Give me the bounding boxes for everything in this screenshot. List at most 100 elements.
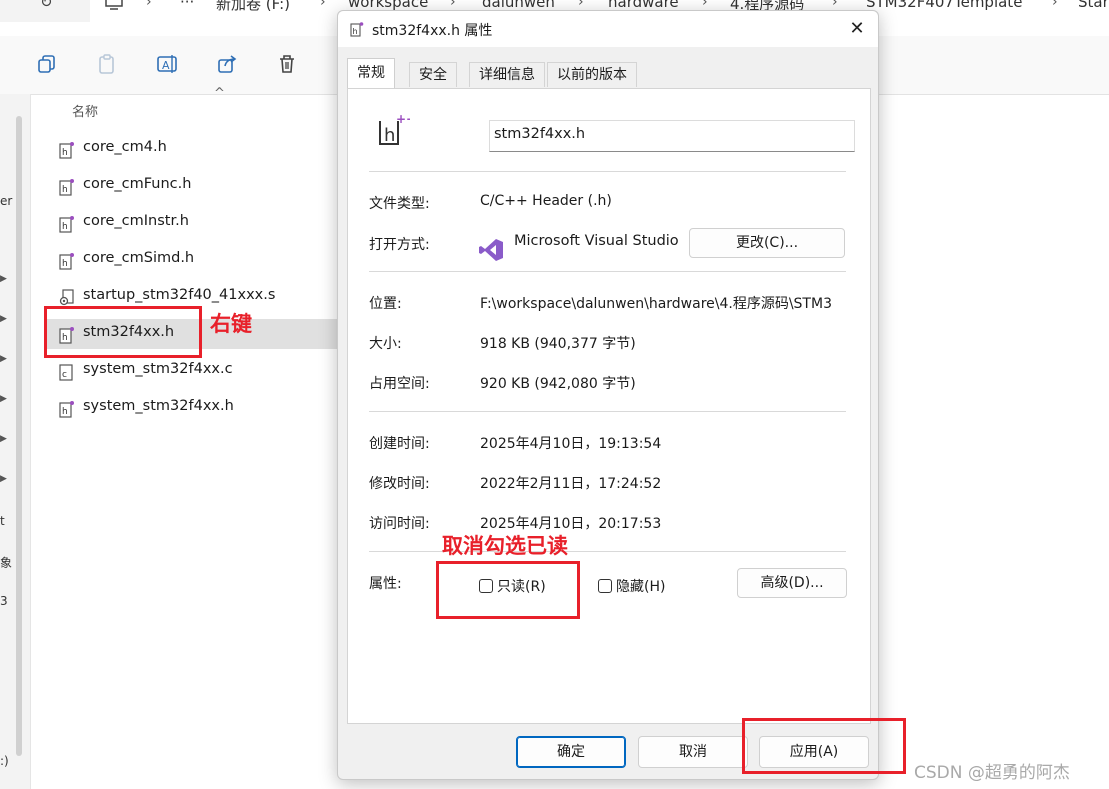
svg-text:h: h [62,407,68,417]
tab-security[interactable]: 安全 [409,62,457,87]
tab-details[interactable]: 详细信息 [469,62,545,87]
open-with-label: 打开方式: [369,237,430,253]
breadcrumb-more[interactable]: ··· [180,0,194,11]
file-name: system_stm32f4xx.c [83,361,233,377]
chevron-right-icon[interactable]: ▶ [0,474,7,484]
general-panel: h ++ stm32f4xx.h 文件类型: C/C++ Header (.h)… [347,88,871,724]
breadcrumb-template[interactable]: STM32F407Template [866,0,1022,11]
header-file-icon: h [59,216,74,233]
sort-ascending-icon: ^ [214,86,225,101]
header-file-icon: h [59,179,74,196]
dialog-title: stm32f4xx.h 属性 [372,23,493,39]
delete-icon[interactable] [276,53,298,75]
header-file-icon: h [59,401,74,418]
breadcrumb-start[interactable]: Star [1078,0,1109,11]
copy-icon[interactable] [36,53,58,75]
nav-label-fragment[interactable]: t [0,514,5,528]
chevron-right-icon[interactable]: ▶ [0,274,7,284]
disk-size-label: 占用空间: [369,376,430,392]
ok-button[interactable]: 确定 [516,736,626,768]
svg-text:h: h [353,27,358,36]
svg-text:h: h [384,125,395,146]
divider [369,411,846,412]
scrollbar[interactable] [16,116,22,756]
file-row[interactable]: h core_cmInstr.h [47,208,347,238]
breadcrumb-drive[interactable]: 新加卷 (F:) [216,0,290,14]
asm-file-icon [59,289,74,306]
header-file-icon: h [59,142,74,159]
svg-text:h: h [62,259,68,269]
chevron-right-icon[interactable]: ▶ [0,394,7,404]
file-row[interactable]: h system_stm32f4xx.h [47,393,347,423]
divider [369,171,846,172]
chevron-right-icon: › [146,0,152,10]
chevron-right-icon[interactable]: ▶ [0,434,7,444]
advanced-button[interactable]: 高级(D)... [737,568,847,598]
modified-value: 2022年2月11日，17:24:52 [480,476,662,492]
location-label: 位置: [369,296,402,312]
annotation-right-click: 右键 [210,312,252,336]
refresh-icon[interactable]: ↻ [40,0,53,11]
chevron-right-icon: › [1052,0,1058,10]
close-icon[interactable]: ✕ [842,15,872,43]
hidden-checkbox[interactable]: 隐藏(H) [598,576,665,596]
chevron-right-icon: › [832,0,838,10]
hidden-label: 隐藏(H) [616,579,666,595]
annotation-box-right-click [44,306,202,358]
file-name: startup_stm32f40_41xxx.s [83,287,276,303]
svg-text:h: h [62,222,68,232]
header-file-icon: h [59,253,74,270]
cancel-button[interactable]: 取消 [638,736,748,768]
change-button[interactable]: 更改(C)... [689,228,845,258]
column-header-name[interactable]: 名称 [72,101,98,120]
size-label: 大小: [369,336,402,352]
watermark: CSDN @超勇的阿杰 [914,763,1070,783]
size-value: 918 KB (940,377 字节) [480,336,636,352]
file-row[interactable]: h core_cm4.h [47,134,347,164]
paste-icon[interactable] [96,53,118,75]
file-name: core_cm4.h [83,139,167,155]
divider [369,271,846,272]
svg-text:A: A [162,59,170,72]
file-list: 名称 ^ h core_cm4.h h core_cmFunc.h h core… [30,86,367,789]
tab-general[interactable]: 常规 [347,58,395,89]
nav-label-fragment[interactable]: 象 [0,554,12,571]
svg-text:h: h [62,148,68,158]
open-with-value: Microsoft Visual Studio [514,233,679,249]
file-row[interactable]: c system_stm32f4xx.c [47,356,347,386]
accessed-label: 访问时间: [369,516,430,532]
properties-dialog: h stm32f4xx.h 属性 ✕ 常规 安全 详细信息 以前的版本 h ++… [337,10,879,780]
chevron-right-icon: › [450,0,456,10]
header-file-icon: h ++ [379,112,410,146]
share-icon[interactable] [216,53,238,75]
file-name: core_cmInstr.h [83,213,189,229]
tab-previous-versions[interactable]: 以前的版本 [547,62,637,87]
chevron-right-icon: › [702,0,708,10]
rename-icon[interactable]: A [156,53,178,75]
filename-input[interactable]: stm32f4xx.h [489,120,855,152]
chevron-right-icon: › [320,0,326,10]
computer-icon[interactable] [104,0,124,10]
annotation-box-apply [742,718,906,774]
divider [369,551,846,552]
annotation-uncheck-readonly: 取消勾选已读 [442,534,568,558]
created-value: 2025年4月10日，19:13:54 [480,436,662,452]
nav-label-fragment[interactable]: 3 [0,594,8,608]
file-name: system_stm32f4xx.h [83,398,234,414]
chevron-right-icon[interactable]: ▶ [0,314,7,324]
chevron-right-icon: › [578,0,584,10]
checkbox-box[interactable] [598,579,612,593]
dialog-titlebar[interactable]: h stm32f4xx.h 属性 ✕ [338,11,878,47]
visual-studio-icon [479,239,503,261]
file-row[interactable]: h core_cmFunc.h [47,171,347,201]
chevron-right-icon[interactable]: ▶ [0,354,7,364]
file-type-value: C/C++ Header (.h) [480,193,612,209]
file-name: core_cmSimd.h [83,250,195,266]
location-value: F:\workspace\dalunwen\hardware\4.程序源码\ST… [480,296,832,312]
nav-label-fragment[interactable]: er [0,194,12,208]
nav-buttons: ↻ [0,0,84,22]
file-name: core_cmFunc.h [83,176,192,192]
file-row[interactable]: h core_cmSimd.h [47,245,347,275]
created-label: 创建时间: [369,436,430,452]
nav-label-fragment[interactable]: :) [0,754,9,768]
